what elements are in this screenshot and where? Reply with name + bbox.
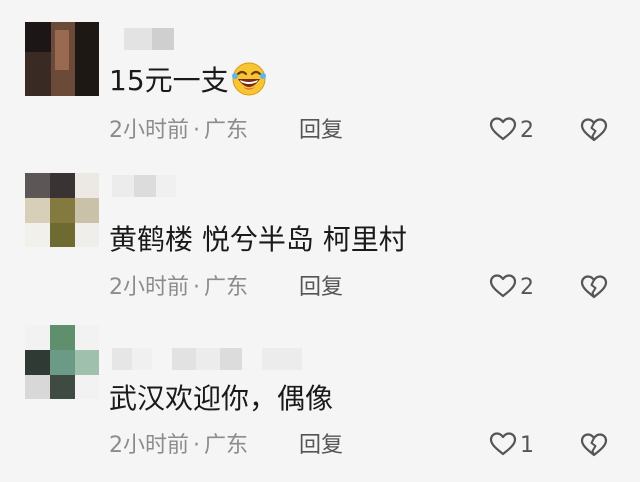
- avatar[interactable]: [25, 325, 99, 399]
- heart-outline-icon: [489, 431, 517, 461]
- comment-time: 2小时前: [109, 433, 189, 458]
- comment-location: 广东: [204, 118, 249, 143]
- comment-item: 15元一支 2小时前 · 广东 回复 2: [0, 0, 640, 160]
- comment-text: 武汉欢迎你，偶像: [109, 382, 334, 415]
- reply-button[interactable]: 回复: [299, 433, 343, 459]
- meta-separator: ·: [193, 433, 200, 458]
- broken-heart-icon: [580, 433, 608, 462]
- reply-button[interactable]: 回复: [299, 275, 343, 301]
- like-count: 2: [520, 118, 534, 143]
- comment-time: 2小时前: [109, 275, 189, 300]
- like-button[interactable]: 2: [489, 117, 534, 145]
- dislike-button[interactable]: [580, 432, 608, 460]
- comment-meta: 2小时前 · 广东: [109, 118, 248, 144]
- broken-heart-icon: [580, 118, 608, 147]
- like-count: 1: [520, 433, 534, 458]
- like-button[interactable]: 1: [489, 432, 534, 460]
- dislike-button[interactable]: [580, 274, 608, 302]
- heart-outline-icon: [489, 273, 517, 303]
- comment-meta: 2小时前 · 广东: [109, 275, 248, 301]
- comment-time: 2小时前: [109, 118, 189, 143]
- avatar[interactable]: [25, 173, 99, 247]
- comment-item: 黄鹤楼 悦兮半岛 柯里村 2小时前 · 广东 回复 2: [0, 160, 640, 320]
- meta-separator: ·: [193, 118, 200, 143]
- comment-location: 广东: [204, 433, 249, 458]
- comment-text: 黄鹤楼 悦兮半岛 柯里村: [109, 223, 407, 256]
- comment-list: 15元一支 2小时前 · 广东 回复 2 黄鹤楼 悦兮半岛 柯里村 2小时前 ·…: [0, 0, 640, 482]
- comment-text-content: 15元一支: [109, 64, 229, 97]
- reply-button[interactable]: 回复: [299, 118, 343, 144]
- meta-separator: ·: [193, 275, 200, 300]
- comment-location: 广东: [204, 275, 249, 300]
- like-count: 2: [520, 275, 534, 300]
- broken-heart-icon: [580, 275, 608, 304]
- comment-text: 15元一支: [109, 62, 267, 104]
- laughing-emoji-icon: [231, 62, 267, 104]
- avatar[interactable]: [25, 22, 99, 96]
- dislike-button[interactable]: [580, 117, 608, 145]
- like-button[interactable]: 2: [489, 274, 534, 302]
- comment-meta: 2小时前 · 广东: [109, 433, 248, 459]
- heart-outline-icon: [489, 116, 517, 146]
- comment-item: 武汉欢迎你，偶像 2小时前 · 广东 回复 1: [0, 320, 640, 480]
